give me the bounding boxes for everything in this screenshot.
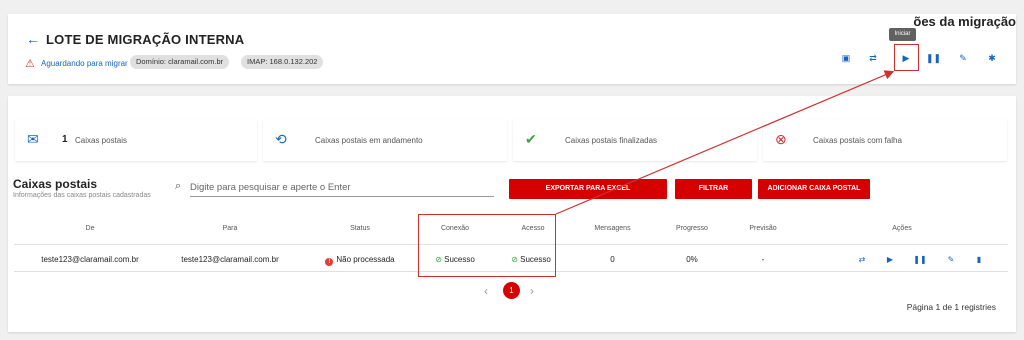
error-circle-icon: ⊗	[775, 131, 787, 147]
search-icon: ⌕	[175, 180, 182, 192]
pagination-info: Página 1 de 1 registries	[906, 302, 996, 312]
row-pause-icon[interactable]: ❚❚	[913, 255, 927, 264]
stat-in-progress-label: Caixas postais em andamento	[315, 136, 423, 145]
add-mailbox-button[interactable]: ADICIONAR CAIXA POSTAL	[758, 179, 870, 199]
col-para[interactable]: Para	[180, 225, 280, 232]
chevron-left-icon[interactable]: ‹	[484, 284, 488, 298]
error-dot-icon: !	[325, 258, 334, 266]
transfer-icon[interactable]: ⇄	[866, 53, 880, 64]
mail-icon: ✉	[27, 131, 39, 147]
section-subtitle: Informações das caixas postais cadastrad…	[13, 192, 151, 199]
filter-button[interactable]: FILTRAR	[675, 179, 752, 199]
domain-chip: Domínio: claramail.com.br	[130, 55, 230, 69]
col-progresso[interactable]: Progresso	[662, 225, 722, 232]
col-previsao[interactable]: Previsão	[733, 225, 793, 232]
cell-mensagens: 0	[610, 255, 615, 264]
sync-icon: ⟲	[275, 131, 287, 147]
cell-status: ! Não processada	[305, 255, 415, 266]
warning-icon: ⚠	[25, 58, 35, 70]
settings-icon[interactable]: ✱	[985, 53, 999, 64]
calendar-icon[interactable]: ▣	[839, 53, 853, 64]
pause-icon[interactable]: ❚❚	[926, 53, 941, 64]
row-edit-icon[interactable]: ✎	[944, 255, 958, 264]
start-tooltip: Iniciar	[889, 28, 916, 41]
section-title: Caixas postais	[13, 177, 98, 191]
row-delete-icon[interactable]: ▮	[972, 255, 986, 264]
row-transfer-icon[interactable]: ⇄	[855, 255, 869, 264]
migration-header: ← LOTE DE MIGRAÇÃO INTERNA ⚠ Aguardando …	[8, 14, 1016, 84]
search-input[interactable]	[190, 179, 494, 197]
cell-de: teste123@claramail.com.br	[41, 255, 139, 264]
col-mensagens[interactable]: Mensagens	[580, 225, 645, 232]
stat-finished-label: Caixas postais finalizadas	[565, 136, 658, 145]
stat-total-count: 1	[62, 134, 68, 145]
edit-icon[interactable]: ✎	[956, 53, 970, 64]
page-title: LOTE DE MIGRAÇÃO INTERNA	[46, 32, 245, 47]
page-current[interactable]: 1	[503, 282, 520, 299]
imap-chip: IMAP: 168.0.132.202	[241, 55, 324, 69]
stat-finished: ✔ Caixas postais finalizadas	[513, 119, 757, 161]
row-play-icon[interactable]: ▶	[883, 255, 897, 264]
stat-failed: ⊗ Caixas postais com falha	[763, 119, 1007, 161]
cell-para: teste123@claramail.com.br	[181, 255, 279, 264]
annotation-box-play	[894, 44, 919, 71]
check-circle-icon: ✔	[525, 131, 537, 147]
col-de[interactable]: De	[40, 225, 140, 232]
stat-total-label: Caixas postais	[75, 136, 128, 145]
migration-status: Aguardando para migrar	[41, 59, 128, 68]
annotation-box-status	[418, 214, 556, 277]
arrow-left-icon[interactable]: ←	[26, 31, 40, 47]
stat-failed-label: Caixas postais com falha	[813, 136, 902, 145]
col-acoes: Ações	[892, 225, 912, 232]
actions-title: ões da migração	[913, 14, 1016, 29]
stat-total: ✉ 1 Caixas postais	[15, 119, 257, 161]
stat-in-progress: ⟲ Caixas postais em andamento	[263, 119, 507, 161]
cell-progresso: 0%	[686, 255, 698, 264]
cell-previsao: -	[761, 255, 765, 264]
status-label: Não processada	[336, 255, 395, 264]
col-status[interactable]: Status	[320, 225, 400, 232]
export-excel-button[interactable]: EXPORTAR PARA EXCEL	[509, 179, 667, 199]
chevron-right-icon[interactable]: ›	[530, 284, 534, 298]
